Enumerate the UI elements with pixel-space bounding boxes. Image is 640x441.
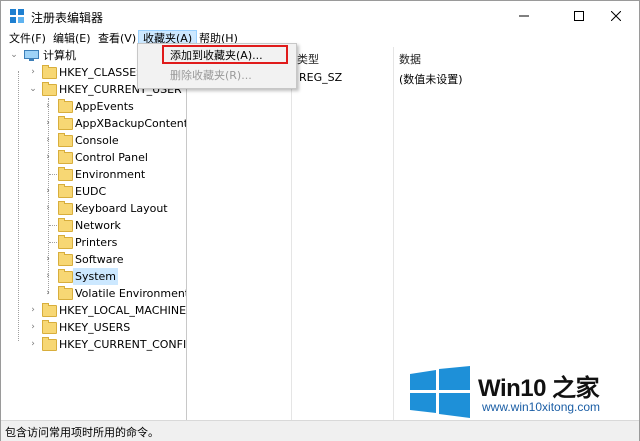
tree-label: Volatile Environment bbox=[75, 287, 187, 300]
watermark: Win10 之家 www.win10xitong.com bbox=[402, 366, 638, 422]
folder-icon bbox=[58, 218, 73, 232]
folder-icon bbox=[58, 116, 73, 130]
expand-arrow-icon[interactable]: › bbox=[43, 183, 53, 200]
tree-node-network[interactable]: Network bbox=[2, 217, 186, 234]
collapse-arrow-icon[interactable]: ⌄ bbox=[9, 47, 19, 64]
tree-label: AppEvents bbox=[75, 100, 134, 113]
folder-icon bbox=[58, 99, 73, 113]
minimize-button[interactable] bbox=[501, 1, 547, 31]
expand-arrow-icon[interactable]: › bbox=[43, 285, 53, 302]
tree-label: Keyboard Layout bbox=[75, 202, 168, 215]
folder-icon bbox=[58, 150, 73, 164]
tree-node-eudc[interactable]: › EUDC bbox=[2, 183, 186, 200]
tree-label: HKEY_USERS bbox=[59, 321, 131, 334]
tree-node-printers[interactable]: Printers bbox=[2, 234, 186, 251]
folder-icon bbox=[58, 235, 73, 249]
tree-node-hkcc[interactable]: › HKEY_CURRENT_CONFIG bbox=[2, 336, 186, 353]
highlight-annotation bbox=[162, 45, 288, 64]
tree-node-software[interactable]: › Software bbox=[2, 251, 186, 268]
watermark-brand: Win10 之家 bbox=[478, 375, 600, 402]
folder-icon bbox=[42, 82, 57, 96]
tree-node-control-panel[interactable]: › Control Panel bbox=[2, 149, 186, 166]
tree-label-computer: 计算机 bbox=[43, 49, 76, 62]
minimize-icon bbox=[519, 15, 529, 17]
expand-arrow-icon[interactable]: › bbox=[43, 149, 53, 166]
watermark-url: www.win10xitong.com bbox=[482, 400, 601, 414]
column-header-data[interactable]: 数据 bbox=[399, 51, 421, 67]
cell-type: REG_SZ bbox=[299, 71, 343, 84]
folder-icon bbox=[42, 65, 57, 79]
expand-arrow-icon[interactable]: › bbox=[43, 115, 53, 132]
tree-label: Control Panel bbox=[75, 151, 148, 164]
tree-node-appevents[interactable]: › AppEvents bbox=[2, 98, 186, 115]
tree-node-appxbackup[interactable]: › AppXBackupContentType bbox=[2, 115, 186, 132]
status-bar: 包含访问常用项时所用的命令。 bbox=[1, 420, 639, 441]
column-header-type[interactable]: 类型 bbox=[297, 51, 319, 67]
tree-node-console[interactable]: › Console bbox=[2, 132, 186, 149]
folder-icon bbox=[58, 133, 73, 147]
tree-node-system[interactable]: › System bbox=[2, 268, 186, 285]
column-divider[interactable] bbox=[393, 47, 394, 420]
close-button[interactable] bbox=[593, 1, 639, 31]
windows-logo-icon bbox=[410, 366, 470, 418]
folder-icon bbox=[58, 167, 73, 181]
folder-icon bbox=[58, 252, 73, 266]
expand-arrow-icon[interactable]: › bbox=[43, 268, 53, 285]
folder-icon bbox=[58, 269, 73, 283]
favorites-dropdown: 添加到收藏夹(A)... 删除收藏夹(R)... bbox=[137, 43, 297, 89]
tree-label: EUDC bbox=[75, 185, 107, 198]
tree-node-environment[interactable]: Environment bbox=[2, 166, 186, 183]
expand-arrow-icon[interactable]: › bbox=[43, 200, 53, 217]
tree-node-volatile-environment[interactable]: › Volatile Environment bbox=[2, 285, 186, 302]
tree-label: HKEY_LOCAL_MACHINE bbox=[59, 304, 187, 317]
tree-label: Network bbox=[75, 219, 121, 232]
values-list-pane[interactable]: 名称 类型 数据 REG_SZ (数值未设置) bbox=[189, 47, 639, 420]
menu-edit[interactable]: 编辑(E) bbox=[49, 30, 95, 48]
menu-file[interactable]: 文件(F) bbox=[5, 30, 50, 48]
tree-label-selected: System bbox=[73, 268, 119, 285]
folder-icon bbox=[58, 201, 73, 215]
computer-icon bbox=[24, 50, 39, 61]
tree-label: HKEY_CURRENT_CONFIG bbox=[59, 338, 187, 351]
tree-label: Software bbox=[75, 253, 124, 266]
cell-data: (数值未设置) bbox=[399, 73, 463, 86]
tree-node-hku[interactable]: › HKEY_USERS bbox=[2, 319, 186, 336]
maximize-icon bbox=[574, 11, 584, 21]
expand-arrow-icon[interactable]: › bbox=[28, 336, 38, 353]
expand-arrow-icon[interactable]: › bbox=[43, 251, 53, 268]
tree-node-hklm[interactable]: › HKEY_LOCAL_MACHINE bbox=[2, 302, 186, 319]
expand-arrow-icon[interactable]: › bbox=[28, 319, 38, 336]
tree-node-keyboard-layout[interactable]: › Keyboard Layout bbox=[2, 200, 186, 217]
registry-editor-icon bbox=[10, 9, 24, 23]
collapse-arrow-icon[interactable]: ⌄ bbox=[28, 81, 38, 98]
tree-label: Console bbox=[75, 134, 119, 147]
folder-icon bbox=[42, 337, 57, 351]
status-text: 包含访问常用项时所用的命令。 bbox=[5, 426, 159, 439]
close-icon bbox=[611, 11, 621, 21]
folder-icon bbox=[58, 184, 73, 198]
expand-arrow-icon[interactable]: › bbox=[43, 98, 53, 115]
remove-favorite-item: 删除收藏夹(R)... bbox=[138, 66, 296, 85]
window-title: 注册表编辑器 bbox=[31, 11, 104, 25]
column-divider[interactable] bbox=[291, 47, 292, 420]
expand-arrow-icon[interactable]: › bbox=[28, 302, 38, 319]
folder-icon bbox=[42, 320, 57, 334]
folder-icon bbox=[58, 286, 73, 300]
remove-favorite-label: 删除收藏夹(R)... bbox=[170, 69, 252, 82]
expand-arrow-icon[interactable]: › bbox=[28, 64, 38, 81]
tree-label: Printers bbox=[75, 236, 118, 249]
menu-view[interactable]: 查看(V) bbox=[94, 30, 140, 48]
menu-bar: 文件(F) 编辑(E) 查看(V) 收藏夹(A) 帮助(H) bbox=[1, 30, 639, 48]
title-bar: 注册表编辑器 bbox=[1, 1, 639, 31]
tree-label: AppXBackupContentType bbox=[75, 117, 186, 130]
folder-icon bbox=[42, 303, 57, 317]
tree-label: Environment bbox=[75, 168, 146, 181]
expand-arrow-icon[interactable]: › bbox=[43, 132, 53, 149]
key-tree-pane[interactable]: ⌄ 计算机 › HKEY_CLASSES_ROOT ⌄ HKEY_CURRENT… bbox=[2, 47, 187, 420]
